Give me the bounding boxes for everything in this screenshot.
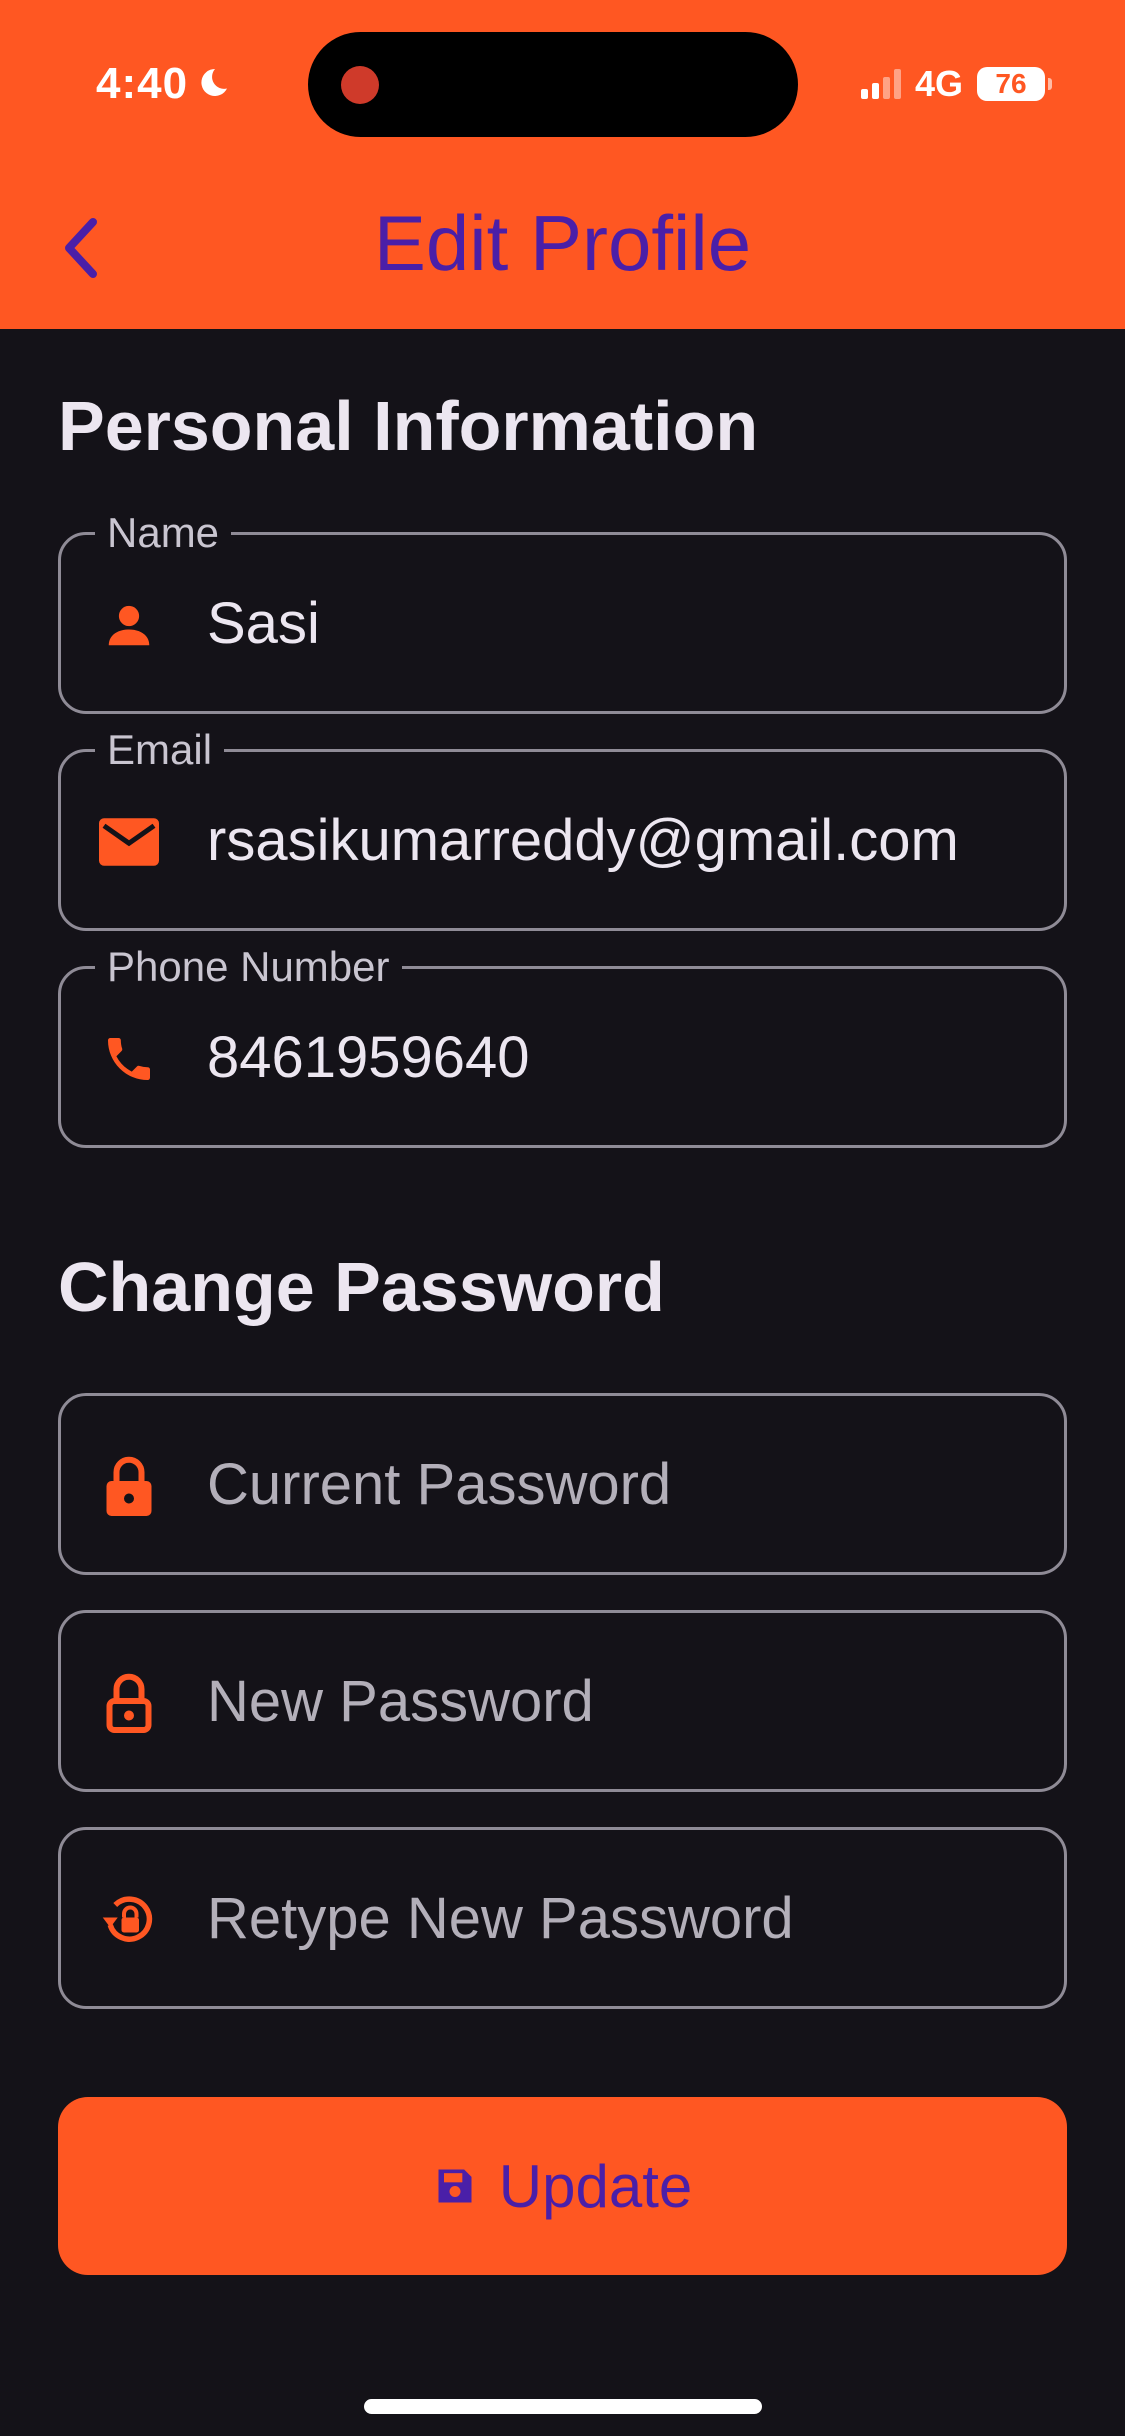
phone-icon bbox=[99, 1029, 159, 1089]
email-label: Email bbox=[95, 724, 225, 776]
camera-indicator bbox=[341, 66, 379, 104]
battery-icon: 76 bbox=[977, 67, 1052, 101]
signal-icon bbox=[860, 69, 901, 99]
name-input[interactable]: Sasi bbox=[207, 535, 1034, 711]
current-password-field[interactable]: Current Password bbox=[58, 1393, 1067, 1575]
retype-password-input[interactable]: Retype New Password bbox=[207, 1830, 1034, 2006]
battery-level: 76 bbox=[995, 68, 1027, 99]
personal-info-heading: Personal Information bbox=[58, 387, 759, 465]
new-password-field[interactable]: New Password bbox=[58, 1610, 1067, 1792]
change-password-heading: Change Password bbox=[58, 1248, 665, 1326]
email-field[interactable]: Email rsasikumarreddy@gmail.com bbox=[58, 724, 1067, 931]
update-button-label: Update bbox=[498, 2152, 693, 2220]
new-password-input[interactable]: New Password bbox=[207, 1613, 1034, 1789]
edit-profile-screen: 4:40 4G 76 Edit Profile Personal Informa… bbox=[0, 0, 1125, 2436]
email-input[interactable]: rsasikumarreddy@gmail.com bbox=[207, 752, 1034, 928]
app-bar: 4:40 4G 76 Edit Profile bbox=[0, 0, 1125, 329]
dynamic-island bbox=[308, 32, 798, 137]
page-title: Edit Profile bbox=[373, 199, 752, 287]
save-icon bbox=[438, 2169, 472, 2203]
phone-field[interactable]: Phone Number 8461959640 bbox=[58, 941, 1067, 1148]
lock-icon bbox=[99, 1456, 159, 1516]
home-indicator[interactable] bbox=[364, 2399, 762, 2414]
phone-input[interactable]: 8461959640 bbox=[207, 969, 1034, 1145]
status-time: 4:40 bbox=[96, 56, 230, 112]
network-type: 4G bbox=[914, 63, 963, 104]
moon-icon bbox=[201, 68, 228, 96]
retype-password-field[interactable]: Retype New Password bbox=[58, 1827, 1067, 2009]
status-indicators: 4G 76 bbox=[860, 62, 1052, 106]
name-field[interactable]: Name Sasi bbox=[58, 507, 1067, 714]
update-button[interactable]: Update bbox=[58, 2097, 1067, 2275]
lock-reset-icon bbox=[99, 1890, 159, 1950]
current-password-input[interactable]: Current Password bbox=[207, 1396, 1034, 1572]
person-icon bbox=[99, 595, 159, 655]
lock-outline-icon bbox=[99, 1673, 159, 1733]
mail-icon bbox=[99, 812, 159, 872]
